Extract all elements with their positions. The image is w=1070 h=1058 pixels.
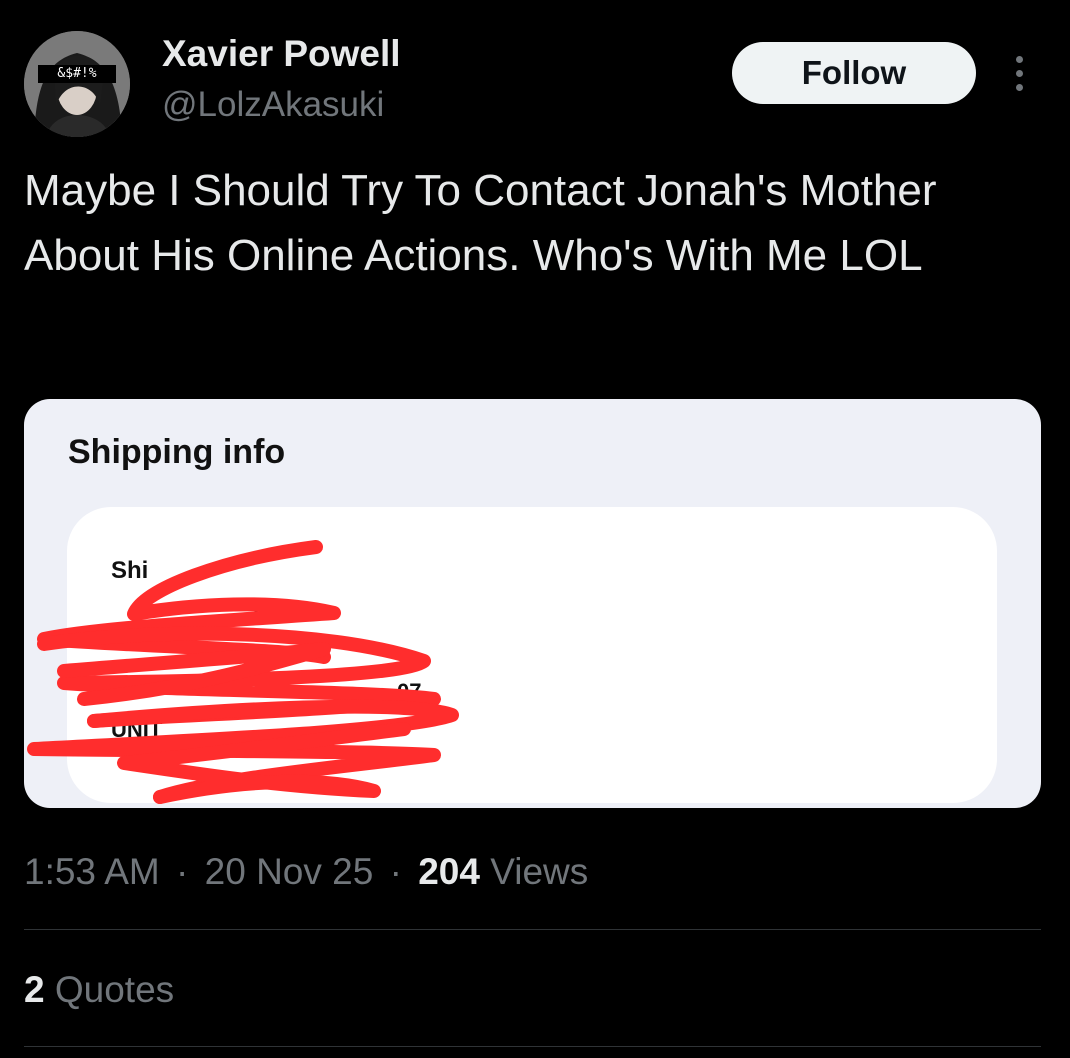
dot xyxy=(1015,55,1023,63)
divider xyxy=(24,1046,1041,1047)
tweet-date[interactable]: 20 Nov 25 xyxy=(205,851,374,892)
follow-button[interactable]: Follow xyxy=(732,42,976,104)
separator: · xyxy=(176,851,189,892)
separator: · xyxy=(389,851,402,892)
quotes-label: Quotes xyxy=(54,969,175,1010)
avatar-image xyxy=(24,31,130,137)
author-avatar[interactable]: &$#!% xyxy=(24,31,130,137)
tweet-meta: 1:53 AM · 20 Nov 25 · 204 Views xyxy=(24,848,588,896)
views-count: 204 xyxy=(418,851,480,892)
dot xyxy=(1015,83,1023,91)
tweet-text: Maybe I Should Try To Contact Jonah's Mo… xyxy=(24,166,937,280)
quotes-count: 2 xyxy=(24,969,45,1010)
author-handle[interactable]: @LolzAkasuki xyxy=(162,84,384,126)
redaction-scribble xyxy=(27,540,459,804)
tweet-time[interactable]: 1:53 AM xyxy=(24,851,160,892)
avatar-badge-text: &$#!% xyxy=(57,66,97,81)
quotes-link[interactable]: 2 Quotes xyxy=(24,966,174,1014)
dot xyxy=(1015,69,1023,77)
more-options-icon[interactable] xyxy=(1004,52,1034,94)
tweet-media-image[interactable]: Shipping info Shi ndell 07 UNIT xyxy=(24,399,1041,808)
author-name[interactable]: Xavier Powell xyxy=(162,32,401,76)
divider xyxy=(24,929,1041,930)
views-label: Views xyxy=(490,851,589,892)
